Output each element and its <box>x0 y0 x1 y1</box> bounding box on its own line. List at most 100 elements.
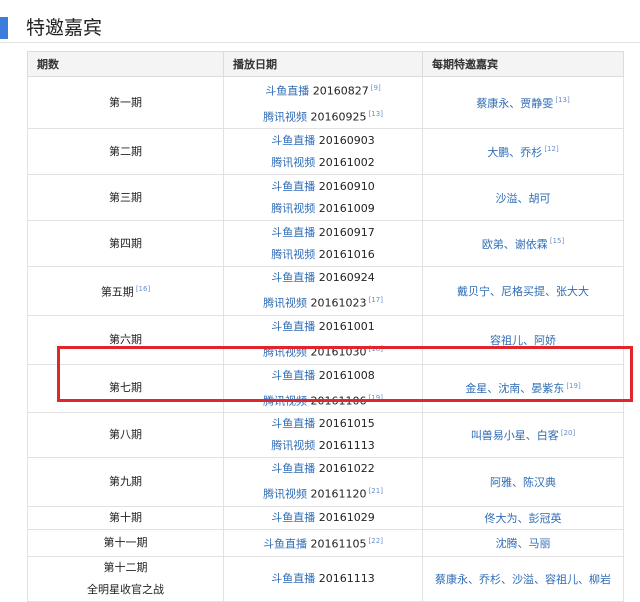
guests-cell: 阿雅、陈汉典 <box>422 457 624 507</box>
air-date-line: 斗鱼直播 20160827 [9] <box>224 77 422 103</box>
reference-link[interactable]: [19] <box>566 382 580 390</box>
reference-link[interactable]: [18] <box>369 345 383 353</box>
air-date-line: 腾讯视频 20161016 <box>224 244 422 266</box>
air-date-value: 20160917 <box>315 225 375 239</box>
reference-link[interactable]: [15] <box>550 237 564 245</box>
guests-cell: 蔡康永、贾静雯 [13] <box>422 75 624 130</box>
guest-names[interactable]: 沙溢、胡可 <box>496 192 551 205</box>
guest-names[interactable]: 大鹏、乔杉 <box>487 146 542 159</box>
episode-cell: 第二期 <box>27 128 224 176</box>
air-date-cell: 斗鱼直播 20161105 [22] <box>223 528 423 557</box>
air-date-line: 斗鱼直播 20161001 <box>224 316 422 338</box>
air-date-cell: 斗鱼直播 20161022 腾讯视频 20161120 [21] <box>223 457 423 507</box>
air-date-line: 斗鱼直播 20160903 <box>224 130 422 152</box>
air-date-line: 腾讯视频 20161106 [19] <box>224 387 422 413</box>
platform-link[interactable]: 斗鱼直播 <box>263 538 307 551</box>
platform-link[interactable]: 腾讯视频 <box>263 297 307 310</box>
guests-cell: 沈腾、马丽 <box>422 528 624 557</box>
episode-label: 第七期 <box>109 381 142 395</box>
guests-cell: 欧弟、谢依霖 [15] <box>422 220 624 268</box>
platform-link[interactable]: 腾讯视频 <box>263 394 307 407</box>
platform-link[interactable]: 腾讯视频 <box>263 346 307 359</box>
guest-names[interactable]: 蔡康永、贾静雯 <box>476 97 553 110</box>
platform-link[interactable]: 斗鱼直播 <box>271 462 315 475</box>
platform-link[interactable]: 斗鱼直播 <box>271 320 315 333</box>
episode-label: 第十二期 <box>103 560 148 574</box>
reference-link[interactable]: [9] <box>371 84 381 92</box>
guest-names[interactable]: 佟大为、彭冠英 <box>485 512 562 525</box>
table-row: 第五期 [16] 斗鱼直播 20160924 腾讯视频 20161023 [17] 戴贝宁… <box>27 266 624 316</box>
air-date-value: 20161016 <box>315 247 375 261</box>
episode-label: 第六期 <box>109 332 142 346</box>
guest-names[interactable]: 叫兽易小星、白客 <box>471 429 559 442</box>
air-date-line: 斗鱼直播 20160910 <box>224 176 422 198</box>
table-row: 第四期 斗鱼直播 20160917 腾讯视频 20161016 欧弟、谢依霖 [15] <box>27 220 624 268</box>
platform-link[interactable]: 斗鱼直播 <box>271 134 315 147</box>
reference-link[interactable]: [13] <box>369 110 383 118</box>
episode-cell: 第十期 <box>27 505 224 530</box>
guest-names[interactable]: 欧弟、谢依霖 <box>482 238 548 251</box>
guests-cell: 佟大为、彭冠英 <box>422 505 624 530</box>
air-date-cell: 斗鱼直播 20161029 <box>223 505 423 530</box>
reference-link[interactable]: [12] <box>544 145 558 153</box>
table-row: 第一期 斗鱼直播 20160827 [9] 腾讯视频 20160925 [13] 蔡康永、… <box>27 75 624 130</box>
platform-link[interactable]: 斗鱼直播 <box>271 511 315 524</box>
reference-link[interactable]: [17] <box>369 296 383 304</box>
platform-link[interactable]: 斗鱼直播 <box>271 369 315 382</box>
episode-cell: 第五期 [16] <box>27 266 224 316</box>
guest-names[interactable]: 戴贝宁、尼格买提、张大大 <box>457 285 589 298</box>
platform-link[interactable]: 腾讯视频 <box>271 248 315 261</box>
air-date-value: 20160903 <box>315 133 375 147</box>
reference-link[interactable]: [19] <box>369 394 383 402</box>
guest-names[interactable]: 阿雅、陈汉典 <box>490 476 556 489</box>
table-header-row: 期数 播放日期 每期特邀嘉宾 <box>27 51 624 77</box>
reference-link[interactable]: [13] <box>555 96 569 104</box>
episode-label: 第九期 <box>109 475 142 489</box>
platform-link[interactable]: 腾讯视频 <box>263 110 307 123</box>
reference-link[interactable]: [16] <box>136 285 150 293</box>
guest-names[interactable]: 容祖儿、阿娇 <box>490 334 556 347</box>
platform-link[interactable]: 斗鱼直播 <box>271 417 315 430</box>
platform-link[interactable]: 斗鱼直播 <box>271 180 315 193</box>
table-row: 第十二期 全明星收官之战 斗鱼直播 20161113 蔡康永、乔杉、沙溢、容祖儿、柳岩 <box>27 555 624 602</box>
air-date-cell: 斗鱼直播 20161015 腾讯视频 20161113 <box>223 412 423 459</box>
episode-cell: 第七期 <box>27 363 224 414</box>
guest-names[interactable]: 沈腾、马丽 <box>496 537 551 550</box>
table-row: 第九期 斗鱼直播 20161022 腾讯视频 20161120 [21] 阿雅、陈汉典 <box>27 457 624 507</box>
reference-link[interactable]: [20] <box>561 429 575 437</box>
platform-link[interactable]: 斗鱼直播 <box>271 271 315 284</box>
episode-cell: 第四期 <box>27 220 224 268</box>
air-date-value: 20161029 <box>315 510 375 524</box>
platform-link[interactable]: 斗鱼直播 <box>265 85 309 98</box>
section-accent-bar <box>0 17 8 39</box>
air-date-cell: 斗鱼直播 20161001 腾讯视频 20161030 [18] <box>223 314 423 365</box>
header-guests: 每期特邀嘉宾 <box>422 51 624 77</box>
table-row: 第八期 斗鱼直播 20161015 腾讯视频 20161113 叫兽易小星、白客 [20… <box>27 412 624 459</box>
episode-label: 第五期 [16] <box>100 285 151 299</box>
platform-link[interactable]: 腾讯视频 <box>271 156 315 169</box>
episode-cell: 第九期 <box>27 457 224 507</box>
platform-link[interactable]: 斗鱼直播 <box>271 572 315 585</box>
reference-link[interactable]: [22] <box>369 537 383 545</box>
air-date-value: 20160827 <box>309 84 369 98</box>
platform-link[interactable]: 斗鱼直播 <box>271 226 315 239</box>
platform-link[interactable]: 腾讯视频 <box>271 439 315 452</box>
episode-cell: 第十二期全明星收官之战 <box>27 555 224 602</box>
air-date-cell: 斗鱼直播 20161113 <box>223 555 423 602</box>
episode-label: 全明星收官之战 <box>87 582 164 596</box>
episode-cell: 第三期 <box>27 174 224 222</box>
platform-link[interactable]: 腾讯视频 <box>263 488 307 501</box>
reference-link[interactable]: [21] <box>369 487 383 495</box>
episode-label: 第二期 <box>109 144 142 158</box>
platform-link[interactable]: 腾讯视频 <box>271 202 315 215</box>
air-date-value: 20161015 <box>315 417 375 431</box>
air-date-line: 腾讯视频 20161002 <box>224 152 422 174</box>
air-date-cell: 斗鱼直播 20160903 腾讯视频 20161002 <box>223 128 423 176</box>
air-date-line: 斗鱼直播 20161022 <box>224 458 422 480</box>
air-date-line: 腾讯视频 20161113 <box>224 435 422 457</box>
air-date-value: 20161120 <box>307 487 367 501</box>
guest-names[interactable]: 金星、沈南、晏紫东 <box>465 382 564 395</box>
guest-table: 期数 播放日期 每期特邀嘉宾 第一期 斗鱼直播 20160827 [9] 腾讯视频 2… <box>27 51 624 602</box>
air-date-line: 斗鱼直播 20161008 <box>224 365 422 387</box>
air-date-value: 20161030 <box>307 345 367 359</box>
